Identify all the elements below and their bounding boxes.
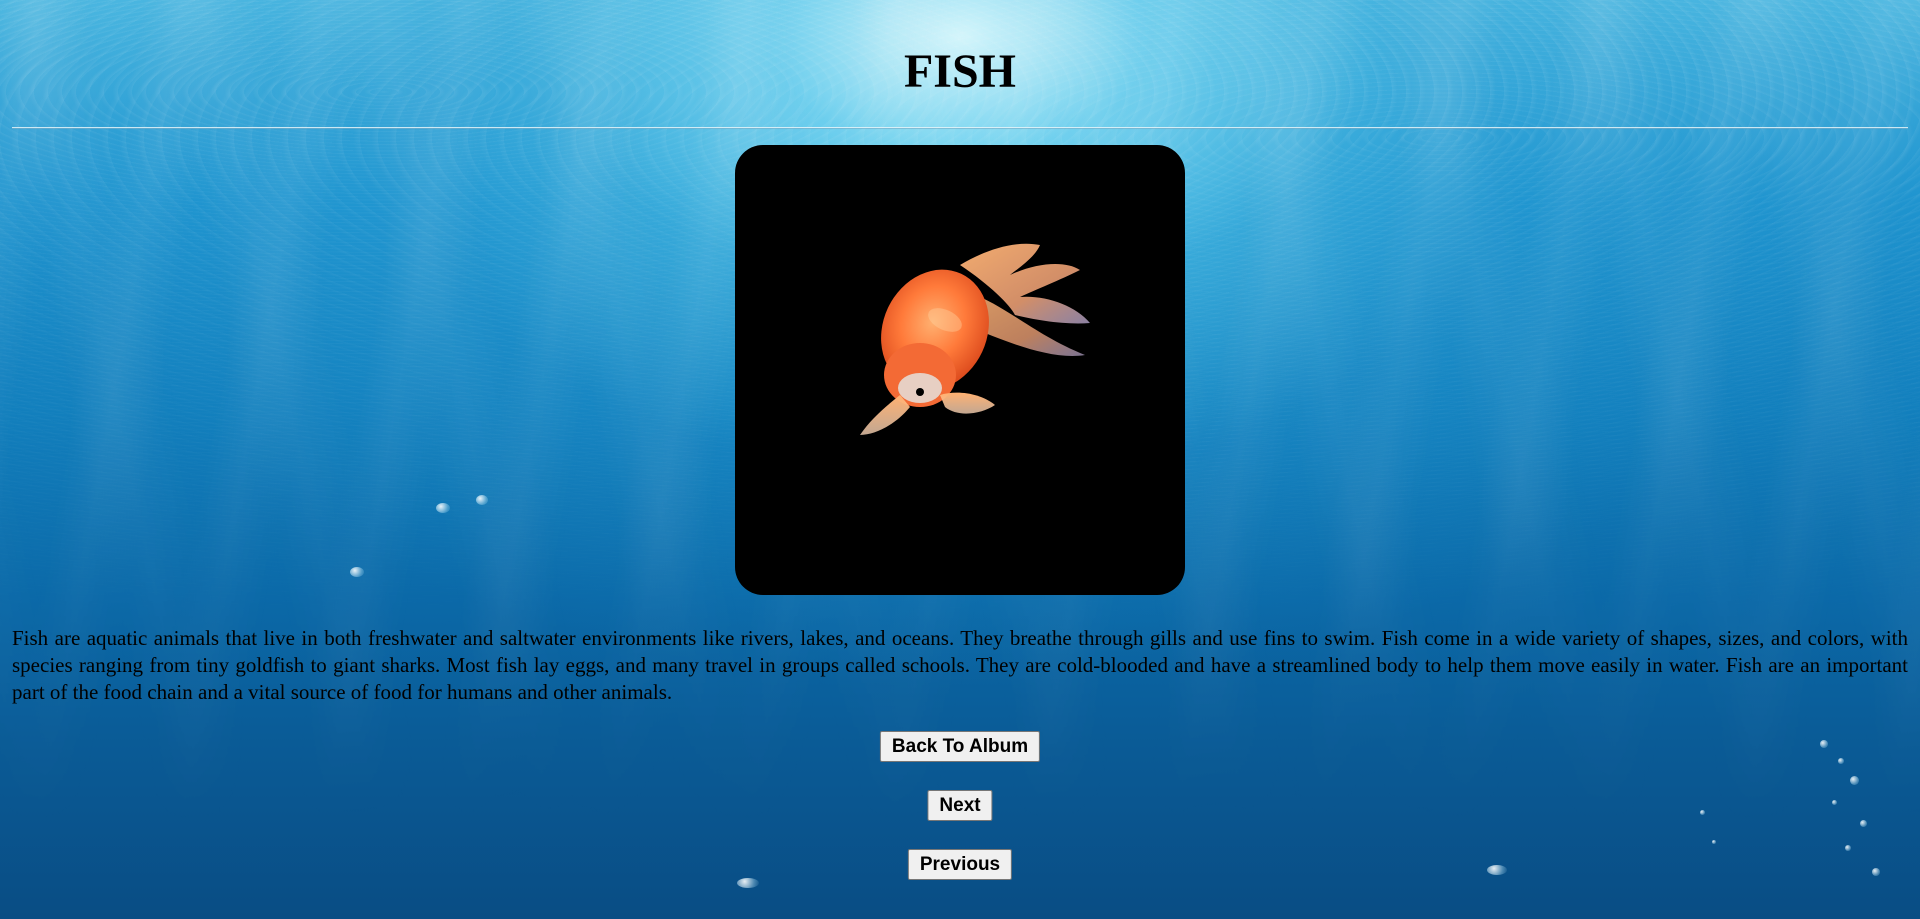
title-divider bbox=[12, 127, 1908, 129]
page-title: FISH bbox=[903, 45, 1017, 98]
back-to-album-button[interactable]: Back To Album bbox=[879, 731, 1041, 762]
page-content: FISH Fish are aquatic animals that live … bbox=[0, 0, 1920, 919]
previous-button[interactable]: Previous bbox=[907, 849, 1013, 880]
fish-description: Fish are aquatic animals that live in bo… bbox=[12, 626, 1908, 704]
fish-photo bbox=[735, 145, 1185, 595]
goldfish-image bbox=[860, 243, 1090, 435]
next-button[interactable]: Next bbox=[927, 790, 993, 821]
